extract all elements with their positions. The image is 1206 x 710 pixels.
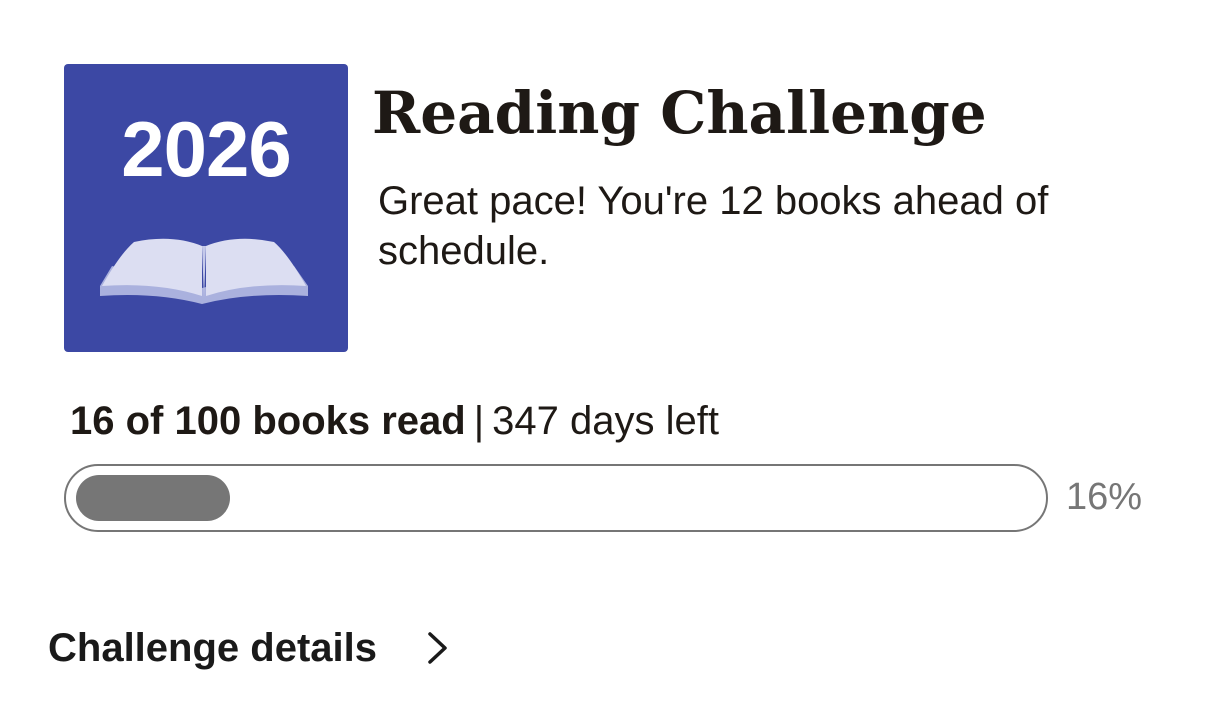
page-title: Reading Challenge: [372, 79, 987, 147]
challenge-details-link[interactable]: Challenge details: [48, 618, 451, 678]
challenge-details-label: Challenge details: [48, 626, 377, 670]
challenge-badge: 2026: [64, 64, 348, 352]
chevron-right-icon: [428, 632, 447, 664]
progress-percent: 16%: [1066, 476, 1143, 518]
open-book-icon: [100, 238, 308, 304]
stats-separator: |: [473, 399, 485, 443]
pace-message: Great pace! You're 12 books ahead of sch…: [378, 179, 1049, 273]
progress-stats: 16 of 100 books read | 347 days left: [70, 396, 719, 446]
progress-bar-fill: [76, 475, 230, 521]
progress-bar: [64, 464, 1048, 532]
reading-challenge-card: 2026 Reading Challenge Great pace! You'r…: [0, 0, 1206, 710]
badge-year: 2026: [121, 105, 292, 193]
days-left: 347 days left: [492, 399, 719, 443]
books-read-count: 16 of 100 books read: [70, 399, 466, 443]
